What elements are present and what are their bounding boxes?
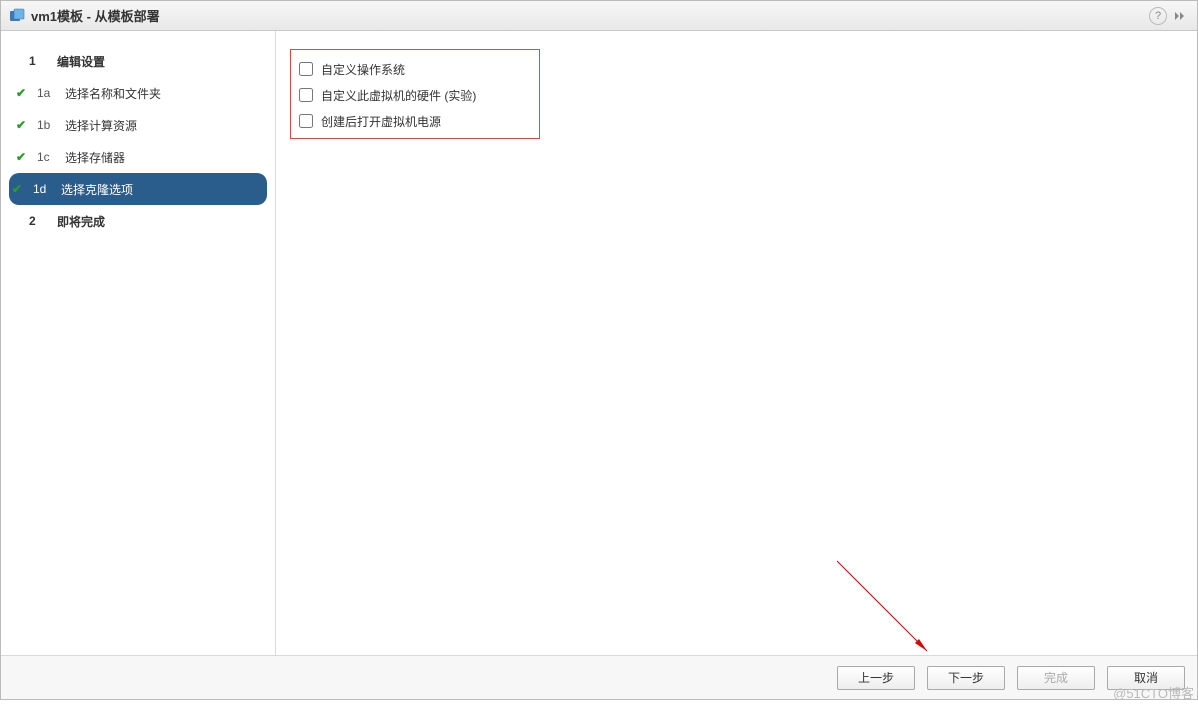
checkbox-customize-os[interactable] bbox=[299, 62, 313, 76]
check-icon: ✔ bbox=[13, 150, 29, 164]
dialog-title: vm1模板 - 从模板部署 bbox=[31, 6, 1145, 25]
wizard-step-clone-options[interactable]: ✔ 1d 选择克隆选项 bbox=[9, 173, 267, 205]
wizard-step-select-compute[interactable]: ✔ 1b 选择计算资源 bbox=[1, 109, 275, 141]
wizard-step-ready-complete[interactable]: 2 即将完成 bbox=[1, 205, 275, 237]
option-label: 自定义操作系统 bbox=[321, 61, 405, 78]
wizard-step-select-storage[interactable]: ✔ 1c 选择存储器 bbox=[1, 141, 275, 173]
step-number: 2 bbox=[29, 214, 57, 228]
dialog-footer: 上一步 下一步 完成 取消 bbox=[1, 655, 1197, 699]
help-icon[interactable]: ? bbox=[1149, 7, 1167, 25]
wizard-steps-sidebar: 1 编辑设置 ✔ 1a 选择名称和文件夹 ✔ 1b 选择计算资源 ✔ 1c 选择… bbox=[1, 31, 276, 655]
option-power-on[interactable]: 创建后打开虚拟机电源 bbox=[299, 108, 531, 134]
checkbox-power-on[interactable] bbox=[299, 114, 313, 128]
finish-button[interactable]: 完成 bbox=[1017, 666, 1095, 690]
step-number: 1a bbox=[29, 86, 65, 100]
step-label: 编辑设置 bbox=[57, 53, 105, 70]
check-icon: ✔ bbox=[13, 86, 29, 100]
step-label: 选择计算资源 bbox=[65, 117, 137, 134]
step-number: 1b bbox=[29, 118, 65, 132]
step-label: 选择克隆选项 bbox=[61, 181, 133, 198]
check-icon: ✔ bbox=[9, 182, 25, 196]
step-label: 选择名称和文件夹 bbox=[65, 85, 161, 102]
annotation-arrow-icon bbox=[827, 551, 947, 655]
titlebar: vm1模板 - 从模板部署 ? bbox=[1, 1, 1197, 31]
option-customize-hardware[interactable]: 自定义此虚拟机的硬件 (实验) bbox=[299, 82, 531, 108]
next-button[interactable]: 下一步 bbox=[927, 666, 1005, 690]
vm-template-icon bbox=[9, 8, 25, 24]
option-label: 创建后打开虚拟机电源 bbox=[321, 113, 441, 130]
wizard-content: 自定义操作系统 自定义此虚拟机的硬件 (实验) 创建后打开虚拟机电源 bbox=[276, 31, 1197, 655]
step-number: 1c bbox=[29, 150, 65, 164]
check-icon: ✔ bbox=[13, 118, 29, 132]
cancel-button[interactable]: 取消 bbox=[1107, 666, 1185, 690]
forward-icon[interactable] bbox=[1171, 7, 1189, 25]
wizard-step-edit-settings[interactable]: 1 编辑设置 bbox=[1, 45, 275, 77]
step-number: 1 bbox=[29, 54, 57, 68]
clone-options-box: 自定义操作系统 自定义此虚拟机的硬件 (实验) 创建后打开虚拟机电源 bbox=[290, 49, 540, 139]
wizard-step-select-name-folder[interactable]: ✔ 1a 选择名称和文件夹 bbox=[1, 77, 275, 109]
dialog-body: 1 编辑设置 ✔ 1a 选择名称和文件夹 ✔ 1b 选择计算资源 ✔ 1c 选择… bbox=[1, 31, 1197, 655]
step-label: 即将完成 bbox=[57, 213, 105, 230]
step-number: 1d bbox=[25, 182, 61, 196]
option-customize-os[interactable]: 自定义操作系统 bbox=[299, 56, 531, 82]
checkbox-customize-hardware[interactable] bbox=[299, 88, 313, 102]
option-label: 自定义此虚拟机的硬件 (实验) bbox=[321, 87, 476, 104]
deploy-wizard-dialog: vm1模板 - 从模板部署 ? 1 编辑设置 ✔ 1a 选择名称和文件夹 ✔ 1… bbox=[0, 0, 1198, 700]
back-button[interactable]: 上一步 bbox=[837, 666, 915, 690]
step-label: 选择存储器 bbox=[65, 149, 125, 166]
